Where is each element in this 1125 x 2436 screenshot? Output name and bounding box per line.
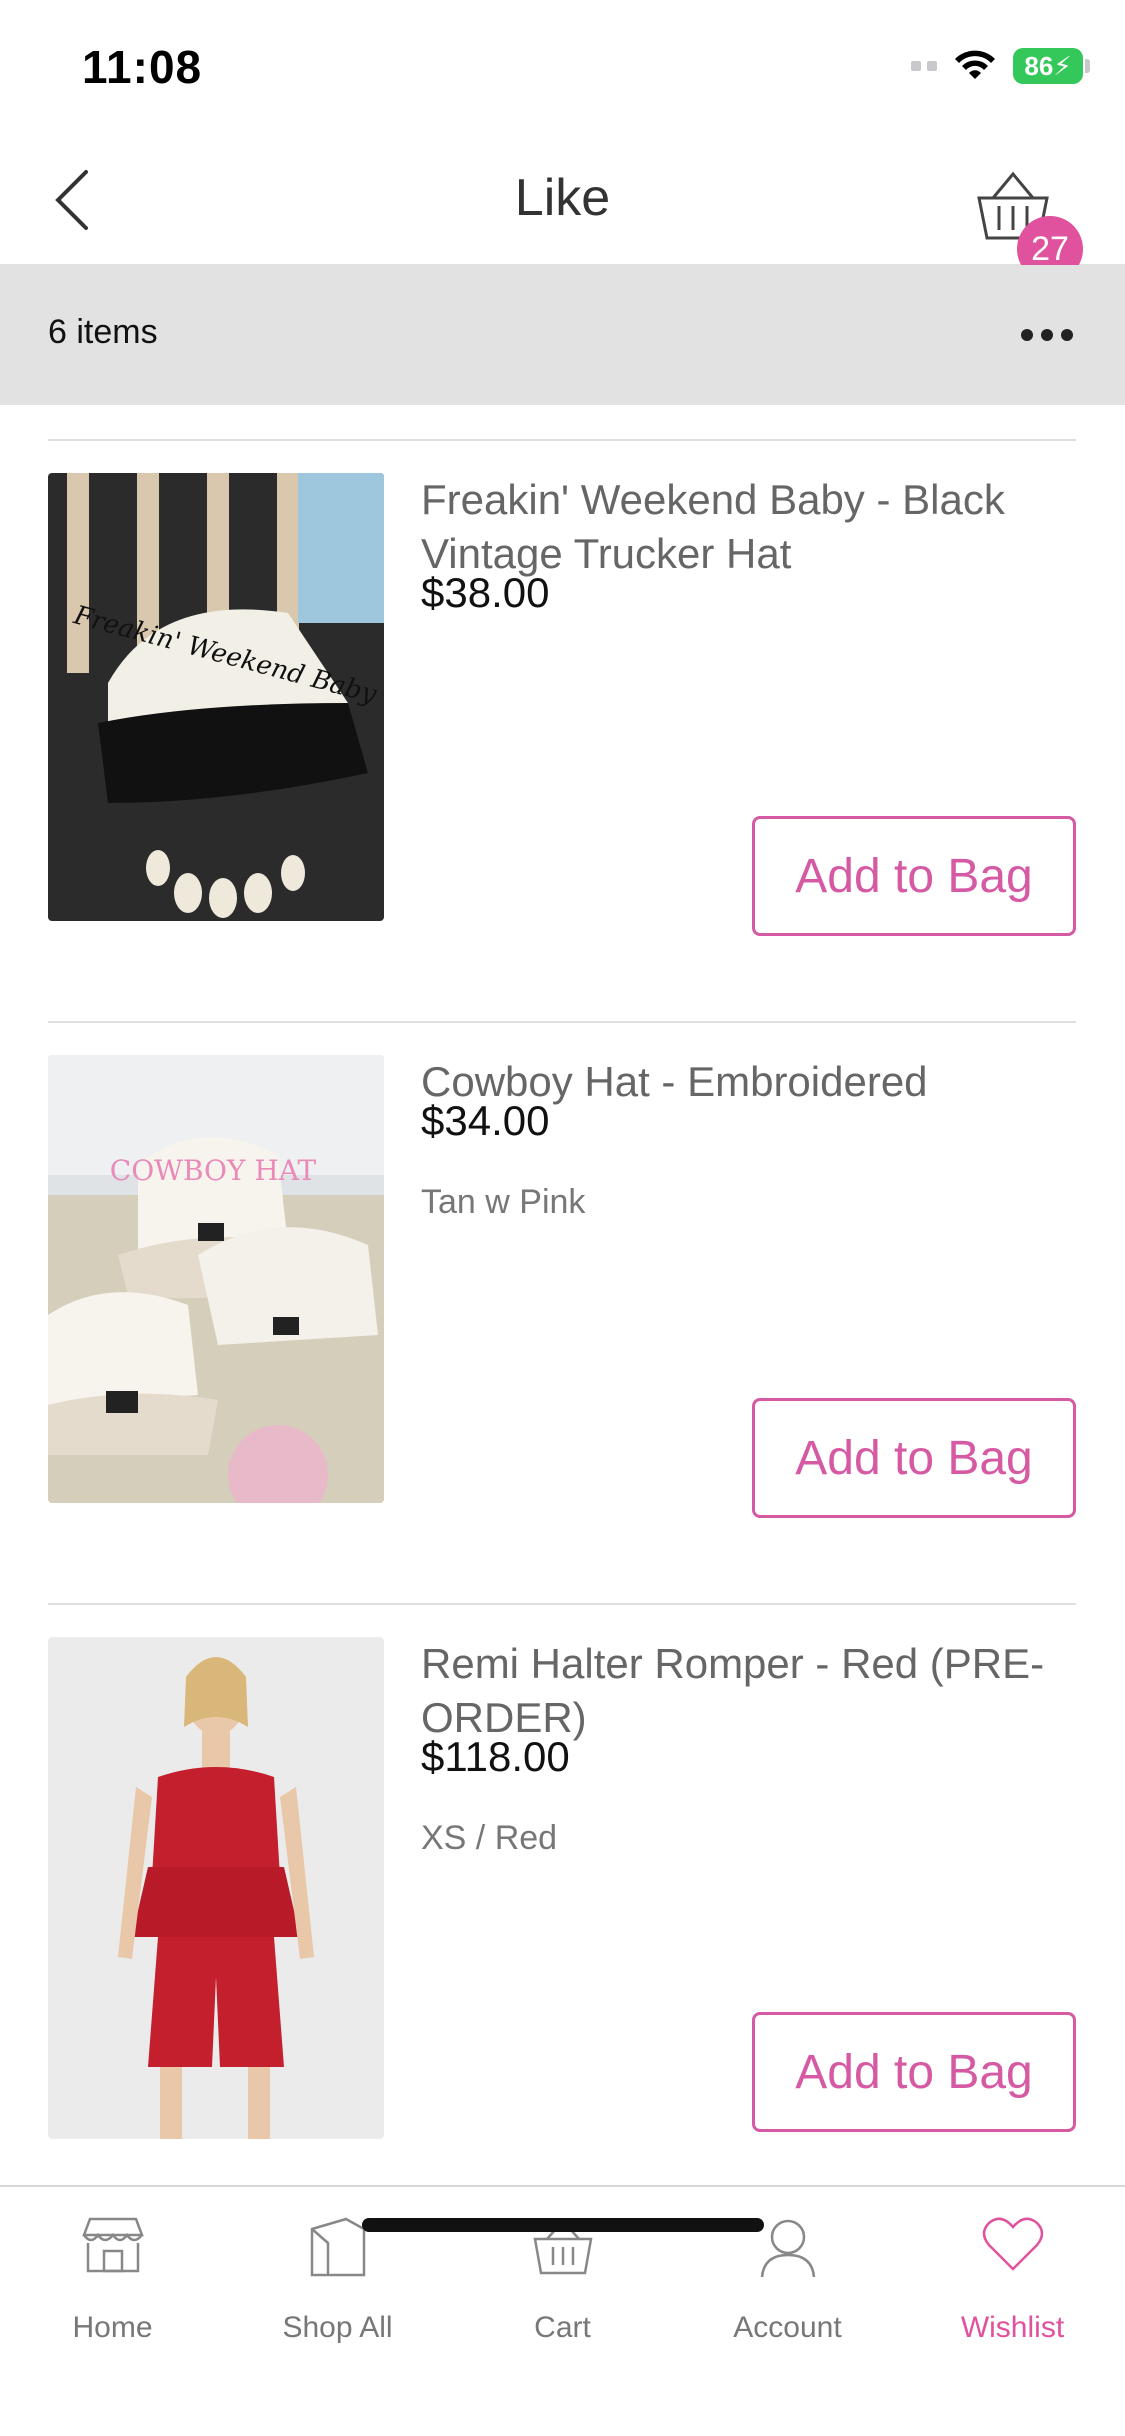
tab-home[interactable]: Home [0, 2187, 225, 2344]
product-price: $34.00 [421, 1097, 550, 1144]
tab-label: Account [733, 2311, 842, 2344]
status-bar: 11:08 86 ⚡ [0, 0, 1125, 135]
product-image[interactable]: COWBOY HAT [48, 1055, 384, 1503]
items-count: 6 items [48, 313, 158, 351]
tab-wishlist[interactable]: Wishlist [900, 2187, 1125, 2344]
tab-label: Wishlist [960, 2311, 1065, 2344]
ellipsis-icon [1021, 329, 1033, 341]
product-name[interactable]: Remi Halter Romper - Red (PRE-ORDER) [421, 1637, 1081, 1745]
tag-icon [310, 2217, 365, 2277]
product-variant: XS / Red [421, 1819, 558, 1857]
store-icon [81, 2217, 144, 2273]
product-image[interactable]: Freakin' Weekend Baby [48, 473, 384, 921]
add-to-bag-button[interactable]: Add to Bag [752, 1398, 1076, 1518]
list-header: 6 items [0, 265, 1125, 405]
battery-level: 86 [1024, 50, 1054, 81]
status-indicators: 86 ⚡ [911, 48, 1090, 84]
cart-button[interactable]: 27 [973, 160, 1083, 282]
battery-icon: 86 ⚡ [1013, 48, 1090, 84]
divider [48, 1603, 1076, 1605]
add-to-bag-button[interactable]: Add to Bag [752, 816, 1076, 936]
more-options-button[interactable] [1017, 317, 1077, 353]
home-indicator [362, 2218, 764, 2232]
divider [48, 439, 1076, 441]
person-icon [760, 2219, 815, 2278]
tab-cart[interactable]: Cart [450, 2187, 675, 2344]
tab-label: Cart [534, 2311, 591, 2344]
status-time: 11:08 [82, 41, 203, 93]
product-name[interactable]: Freakin' Weekend Baby - Black Vintage Tr… [421, 473, 1081, 581]
wifi-icon [955, 50, 995, 79]
tab-account[interactable]: Account [675, 2187, 900, 2344]
product-price: $118.00 [421, 1733, 570, 1780]
list-item: Freakin' Weekend Baby Freakin' Weekend B… [0, 473, 1125, 1013]
page-title: Like [514, 169, 611, 227]
tab-label: Shop All [282, 2311, 393, 2344]
cellular-signal-icon [911, 61, 937, 71]
nav-bar: Like 27 [0, 135, 1125, 282]
list-item: COWBOY HAT Cowboy Hat - Embroidered $34.… [0, 1055, 1125, 1595]
divider [48, 1021, 1076, 1023]
list-item: Remi Halter Romper - Red (PRE-ORDER) $11… [0, 1637, 1125, 2177]
product-image[interactable] [48, 1637, 384, 2139]
product-image-text: COWBOY HAT [110, 1154, 317, 1187]
wishlist-list: Freakin' Weekend Baby Freakin' Weekend B… [0, 405, 1125, 2185]
add-to-bag-button[interactable]: Add to Bag [752, 2012, 1076, 2132]
product-price: $38.00 [421, 569, 550, 616]
heart-icon [982, 2217, 1043, 2271]
tab-shop-all[interactable]: Shop All [225, 2187, 450, 2344]
tab-label: Home [72, 2311, 153, 2344]
product-variant: Tan w Pink [421, 1183, 586, 1221]
